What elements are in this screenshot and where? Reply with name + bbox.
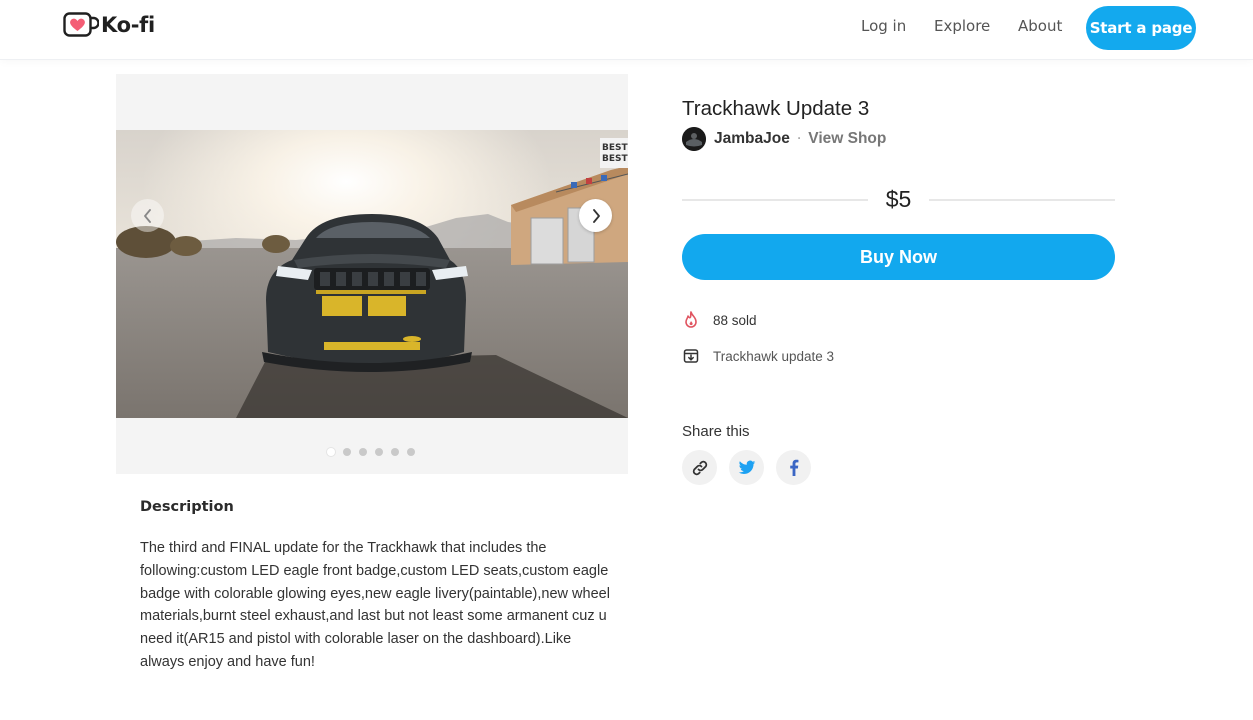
about-link[interactable]: About xyxy=(1018,17,1062,35)
sold-count-row: 88 sold xyxy=(682,311,757,329)
file-name: Trackhawk update 3 xyxy=(713,348,835,364)
copy-link-button[interactable] xyxy=(682,450,717,485)
gallery-dot[interactable] xyxy=(375,448,383,456)
price-divider-right xyxy=(929,199,1115,201)
start-a-page-button[interactable]: Start a page xyxy=(1086,6,1196,50)
download-file-row: Trackhawk update 3 xyxy=(682,347,834,365)
kofi-cup-icon xyxy=(63,12,100,38)
gallery-dot[interactable] xyxy=(407,448,415,456)
login-link[interactable]: Log in xyxy=(861,17,906,35)
creator-row: JambaJoe · View Shop xyxy=(682,127,886,151)
svg-text:BEST: BEST xyxy=(602,154,628,164)
twitter-icon xyxy=(738,460,755,474)
top-nav-bar: Ko-fi Log in Explore About Start a page xyxy=(0,0,1253,59)
facebook-icon xyxy=(789,459,798,476)
next-image-button[interactable] xyxy=(579,199,612,232)
description-text: The third and FINAL update for the Track… xyxy=(140,540,610,670)
price-divider-left xyxy=(682,199,868,201)
description-heading: Description xyxy=(140,499,234,515)
gallery-dot[interactable] xyxy=(327,448,335,456)
kofi-logo[interactable]: Ko-fi xyxy=(63,12,155,38)
buy-now-button[interactable]: Buy Now xyxy=(682,234,1115,280)
image-gallery: BEST BEST xyxy=(116,74,628,474)
gallery-pagination xyxy=(327,448,415,456)
svg-text:BEST: BEST xyxy=(602,143,628,153)
gallery-dot[interactable] xyxy=(391,448,399,456)
product-title: Trackhawk Update 3 xyxy=(682,97,870,120)
gallery-dot[interactable] xyxy=(359,448,367,456)
sold-count: 88 sold xyxy=(713,312,757,328)
explore-link[interactable]: Explore xyxy=(934,17,990,35)
facebook-share-button[interactable] xyxy=(776,450,811,485)
share-heading: Share this xyxy=(682,423,750,440)
chevron-right-icon xyxy=(592,208,600,223)
download-box-icon xyxy=(682,347,700,365)
view-shop-link[interactable]: View Shop xyxy=(808,130,886,148)
price: $5 xyxy=(885,186,912,212)
link-icon xyxy=(692,460,707,475)
previous-image-button[interactable] xyxy=(131,199,164,232)
fire-icon xyxy=(682,311,700,329)
creator-name-link[interactable]: JambaJoe xyxy=(714,130,790,148)
chevron-left-icon xyxy=(143,208,151,223)
avatar[interactable] xyxy=(682,127,706,151)
logo-text: Ko-fi xyxy=(101,13,155,37)
product-photo[interactable]: BEST BEST xyxy=(116,130,628,418)
gallery-dot[interactable] xyxy=(343,448,351,456)
twitter-share-button[interactable] xyxy=(729,450,764,485)
separator-dot: · xyxy=(796,131,802,147)
